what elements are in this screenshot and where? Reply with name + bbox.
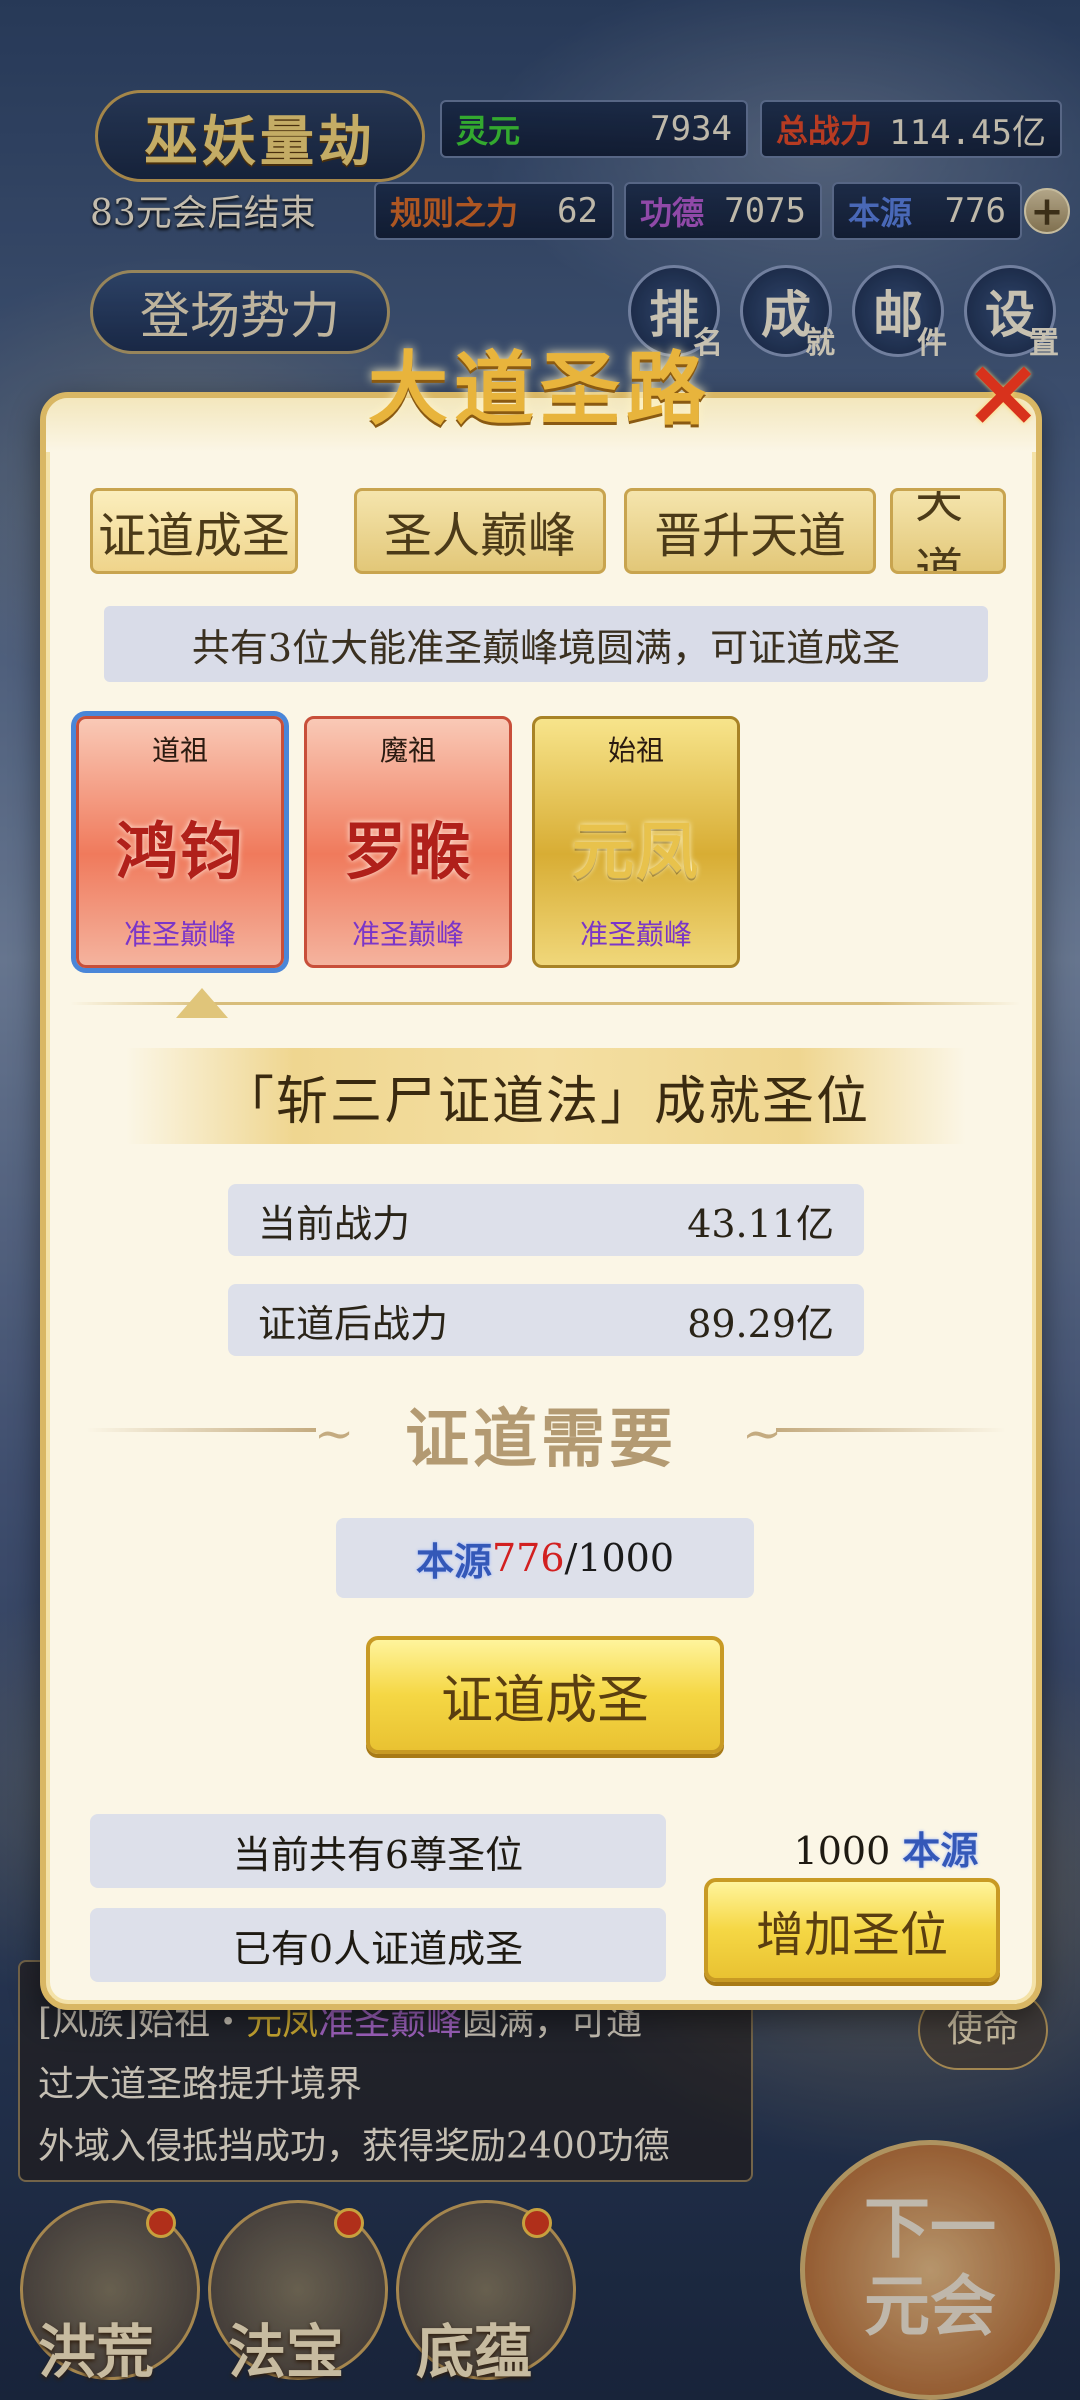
tab-zhengdao[interactable]: 证道成圣 <box>90 488 298 574</box>
card-yuanfeng[interactable]: 始祖 元凤 准圣巅峰 <box>532 716 740 968</box>
current-power-label: 当前战力 <box>258 1201 411 1246</box>
card-title: 道祖 <box>151 734 208 767</box>
current-power-row: 当前战力 43.11亿 <box>228 1184 864 1256</box>
tab-jinsheng[interactable]: 晋升天道 <box>624 488 876 574</box>
card-title: 始祖 <box>607 734 664 767</box>
selection-pointer-icon <box>176 988 228 1018</box>
requirement-label: 本源 <box>415 1538 492 1584</box>
card-rank: 准圣巅峰 <box>351 918 464 951</box>
saint-count-row: 已有0人证道成圣 <box>90 1908 666 1982</box>
info-bar: 共有3位大能准圣巅峰境圆满，可证道成圣 <box>104 606 988 682</box>
deco-line-right <box>776 1428 1006 1432</box>
after-power-value: 89.29亿 <box>687 1301 834 1346</box>
seat-count-row: 当前共有6尊圣位 <box>90 1814 666 1888</box>
dadao-modal: 证道成圣 圣人巅峰 晋升天道 天道 共有3位大能准圣巅峰境圆满，可证道成圣 道祖… <box>40 392 1042 2010</box>
card-rank: 准圣巅峰 <box>579 918 692 951</box>
close-icon[interactable]: × <box>963 344 1043 440</box>
card-title: 魔祖 <box>379 734 436 767</box>
modal-title: 大道圣路 <box>368 342 712 436</box>
method-banner: 「斩三尸证道法」成就圣位 <box>126 1048 966 1144</box>
seat-cost: 1000 本源 <box>766 1820 1006 1875</box>
tab-shengren[interactable]: 圣人巅峰 <box>354 488 606 574</box>
cloud-deco-icon: ~ <box>742 1406 783 1462</box>
card-name: 罗睺 <box>343 815 472 888</box>
seat-cost-value: 1000 <box>793 1829 891 1873</box>
after-power-label: 证道后战力 <box>258 1301 449 1346</box>
zhengdao-button[interactable]: 证道成圣 <box>366 1636 724 1754</box>
card-hongjun[interactable]: 道祖 鸿钧 准圣巅峰 <box>76 716 284 968</box>
card-rank: 准圣巅峰 <box>123 918 236 951</box>
tab-tiandao[interactable]: 天道 <box>890 488 1006 574</box>
card-name: 鸿钧 <box>115 815 244 888</box>
requirement-title: 证道需要 <box>405 1402 677 1477</box>
requirement-current: 776 <box>491 1536 565 1580</box>
requirement-total: /1000 <box>564 1536 675 1580</box>
card-name: 元凤 <box>571 815 700 888</box>
add-seat-button[interactable]: 增加圣位 <box>704 1878 1000 1982</box>
current-power-value: 43.11亿 <box>687 1201 834 1246</box>
after-power-row: 证道后战力 89.29亿 <box>228 1284 864 1356</box>
card-luohou[interactable]: 魔祖 罗睺 准圣巅峰 <box>304 716 512 968</box>
requirement-box: 本源 776/1000 <box>336 1518 754 1598</box>
seat-cost-label: 本源 <box>902 1828 979 1873</box>
